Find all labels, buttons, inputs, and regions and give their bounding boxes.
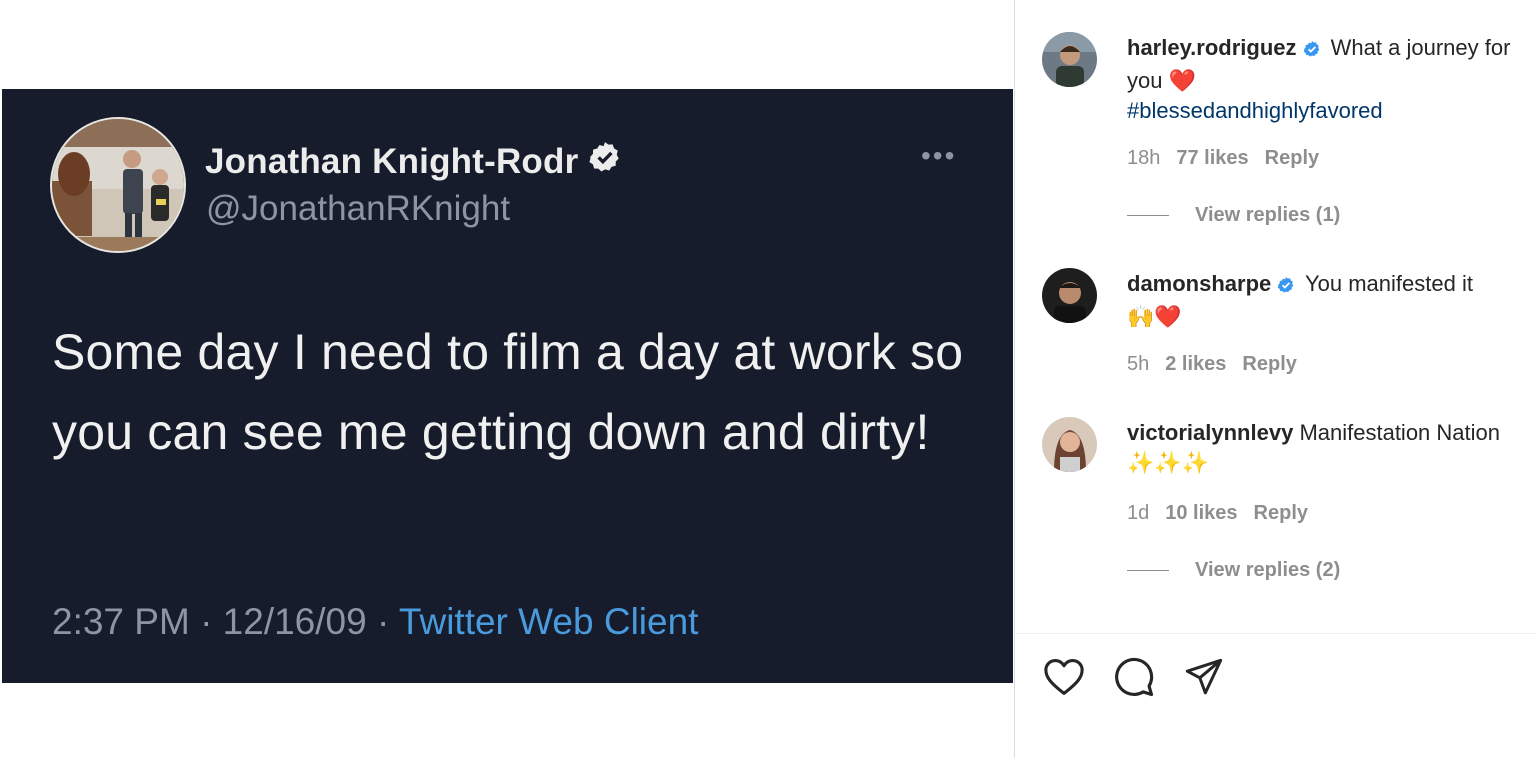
emoji-group: 🙌❤️ — [1127, 304, 1182, 329]
tweet-author-name: Jonathan Knight-Rodr — [205, 140, 622, 183]
heart-icon[interactable] — [1042, 655, 1086, 699]
comment-age: 1d — [1127, 502, 1150, 524]
more-horizontal-icon: ••• — [921, 140, 957, 171]
tweet-author-name-text: Jonathan Knight-Rodr — [205, 141, 579, 181]
sparkles-emoji: ✨✨✨ — [1127, 450, 1210, 475]
verified-badge-icon — [588, 140, 622, 183]
comment-meta: 5h 2 likes Reply — [1127, 353, 1313, 376]
reply-button[interactable]: Reply — [1265, 147, 1319, 169]
section-divider — [1016, 633, 1536, 634]
comment-body: You manifested it — [1304, 271, 1473, 296]
heart-emoji: ❤️ — [1168, 68, 1197, 93]
view-replies-button[interactable]: View replies (2) — [1127, 559, 1340, 582]
comment-text: harley.rodriguez What a journey for you … — [1127, 33, 1522, 126]
comment-age: 18h — [1127, 147, 1161, 169]
replies-divider-line — [1127, 570, 1169, 571]
comment-username[interactable]: victorialynnlevy — [1127, 420, 1293, 445]
view-replies-button[interactable]: View replies (1) — [1127, 204, 1340, 227]
hashtag-link[interactable]: #blessedandhighlyfavored — [1127, 98, 1383, 123]
comment-age: 5h — [1127, 353, 1150, 375]
reply-button[interactable]: Reply — [1242, 353, 1296, 375]
comment-body: Manifestation Nation — [1299, 420, 1500, 445]
comment-likes[interactable]: 10 likes — [1165, 502, 1237, 524]
comments-panel: harley.rodriguez What a journey for you … — [1016, 0, 1536, 758]
tweet-text: Some day I need to film a day at work so… — [52, 324, 964, 460]
comment-icon[interactable] — [1112, 655, 1156, 699]
comment-text: damonsharpe You manifested it 🙌❤️ — [1127, 269, 1522, 332]
comment-username[interactable]: damonsharpe — [1127, 271, 1271, 296]
comment-meta: 18h 77 likes Reply — [1127, 147, 1335, 170]
tweet-timestamp: 2:37 PM · 12/16/09 · — [52, 601, 399, 642]
tweet-avatar — [50, 117, 186, 253]
reply-button[interactable]: Reply — [1254, 502, 1308, 524]
comment-meta: 1d 10 likes Reply — [1127, 502, 1324, 525]
post-actions — [1042, 655, 1226, 699]
comment-likes[interactable]: 77 likes — [1176, 147, 1248, 169]
comment-username[interactable]: harley.rodriguez — [1127, 35, 1297, 60]
tweet-client: Twitter Web Client — [398, 601, 699, 642]
view-replies-label: View replies (2) — [1195, 559, 1341, 581]
share-icon[interactable] — [1182, 655, 1226, 699]
verified-badge-icon — [1277, 272, 1295, 302]
tweet-author-handle: @JonathanRKnight — [206, 189, 511, 228]
replies-divider-line — [1127, 215, 1169, 216]
post-media: Jonathan Knight-Rodr @JonathanRKnight ••… — [0, 0, 1015, 758]
verified-badge-icon — [1303, 36, 1321, 66]
comment-text: victorialynnlevy Manifestation Nation ✨✨… — [1127, 418, 1522, 478]
avatar[interactable] — [1042, 268, 1097, 323]
tweet-metadata: 2:37 PM · 12/16/09 · Twitter Web Client — [52, 601, 698, 643]
view-replies-label: View replies (1) — [1195, 204, 1341, 226]
avatar[interactable] — [1042, 32, 1097, 87]
comment-likes[interactable]: 2 likes — [1165, 353, 1226, 375]
avatar[interactable] — [1042, 417, 1097, 472]
